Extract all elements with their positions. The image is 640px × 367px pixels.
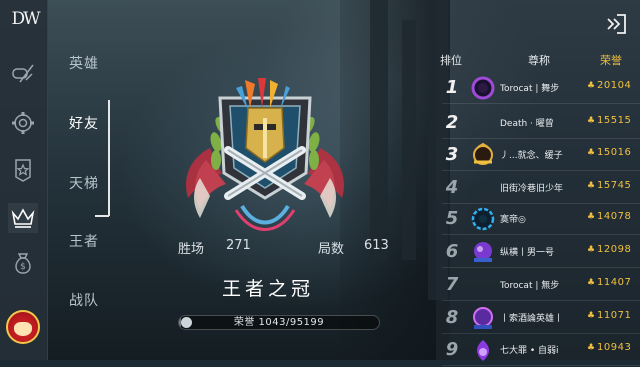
row-name: 七大罪 • 自弱i xyxy=(500,346,559,356)
leaderboard-row[interactable]: 6 纵横丨男一号 ♣ 12098 xyxy=(436,236,640,268)
row-score: 14078 xyxy=(597,211,632,222)
row-name: Torocat | 舞步 xyxy=(500,84,560,94)
wins-value: 271 xyxy=(226,238,251,253)
leaderboard-header-honor: 荣誉 xyxy=(600,54,622,67)
trophy-icon: ♣ xyxy=(587,212,596,222)
leaderboard-row[interactable]: 9 七大罪 • 自弱i ♣ 10943 xyxy=(436,334,640,366)
rank-emblem xyxy=(170,78,360,238)
games-label: 局数 xyxy=(318,242,345,257)
leaderboard-row[interactable]: 4 旧街冷巷旧少年 ♣ 15745 xyxy=(436,172,640,204)
menu-item-friends[interactable]: 好友 xyxy=(69,113,99,133)
row-name: Torocat | 無步 xyxy=(500,281,560,291)
row-name: 寞帝◎ xyxy=(500,215,526,225)
row-avatar xyxy=(470,272,496,298)
row-name: 丿...就念、缓子 xyxy=(500,151,563,161)
row-avatar xyxy=(470,110,496,136)
leaderboard-header-title: 尊称 xyxy=(528,54,550,67)
row-score: 12098 xyxy=(597,244,632,255)
rank-title: 王者之冠 xyxy=(222,278,315,300)
row-score: 11071 xyxy=(597,310,632,321)
row-avatar xyxy=(470,239,496,265)
row-score: 11407 xyxy=(597,277,632,288)
row-score: 10943 xyxy=(597,342,632,353)
gear-frame-icon[interactable] xyxy=(8,108,38,138)
row-rank: 8 xyxy=(445,307,459,328)
trophy-icon: ♣ xyxy=(587,311,596,321)
wins-label: 胜场 xyxy=(178,242,205,257)
trophy-icon: ♣ xyxy=(587,343,596,353)
honor-label: 荣誉 xyxy=(233,317,255,328)
honor-progress-knob xyxy=(181,317,192,328)
row-avatar xyxy=(470,142,496,168)
trophy-icon: ♣ xyxy=(587,81,596,91)
row-avatar xyxy=(470,175,496,201)
row-rank: 9 xyxy=(445,339,459,360)
leaderboard-row[interactable]: 8 丨索酒論英雄丨 ♣ 11071 xyxy=(436,302,640,334)
row-divider xyxy=(442,365,640,366)
menu-item-king[interactable]: 王者 xyxy=(69,231,99,251)
row-rank: 7 xyxy=(445,274,459,295)
menu-item-ladder[interactable]: 天梯 xyxy=(69,173,99,193)
row-score: 20104 xyxy=(597,80,632,91)
row-rank: 2 xyxy=(445,112,459,133)
menu-bracket xyxy=(108,100,110,216)
row-avatar xyxy=(470,305,496,331)
trophy-icon: ♣ xyxy=(587,278,596,288)
trophy-icon: ♣ xyxy=(587,148,596,158)
star-badge-icon[interactable] xyxy=(8,155,38,185)
money-bag-icon[interactable]: $ xyxy=(8,248,38,278)
honor-progress-bar: 荣誉 1043/95199 xyxy=(178,315,380,330)
row-score: 15745 xyxy=(597,180,632,191)
row-score: 15016 xyxy=(597,147,632,158)
menu-item-heroes[interactable]: 英雄 xyxy=(69,53,99,73)
honor-progress-text: 荣誉 1043/95199 xyxy=(179,316,379,329)
row-divider xyxy=(442,234,640,235)
crown-icon[interactable] xyxy=(8,203,38,233)
row-avatar xyxy=(470,75,496,101)
row-name: 纵横丨男一号 xyxy=(500,248,555,258)
trophy-icon: ♣ xyxy=(587,245,596,255)
row-rank: 5 xyxy=(445,208,459,229)
row-divider xyxy=(442,300,640,301)
leaderboard-row[interactable]: 1 Torocat | 舞步 ♣ 20104 xyxy=(436,72,640,104)
row-rank: 3 xyxy=(445,144,459,165)
honor-value: 1043/95199 xyxy=(258,317,325,328)
leaderboard-row[interactable]: 7 Torocat | 無步 ♣ 11407 xyxy=(436,269,640,301)
row-divider xyxy=(442,170,640,171)
gamepad-sword-icon[interactable] xyxy=(8,58,38,88)
row-rank: 4 xyxy=(445,177,459,198)
row-avatar xyxy=(470,206,496,232)
menu-item-team[interactable]: 战队 xyxy=(69,290,99,310)
row-rank: 1 xyxy=(445,77,459,98)
row-avatar xyxy=(470,337,496,363)
svg-text:$: $ xyxy=(20,262,26,272)
leaderboard-row[interactable]: 5 寞帝◎ ♣ 14078 xyxy=(436,203,640,235)
side-menu: 英雄 好友 天梯 王者 战队 xyxy=(47,0,127,360)
row-rank: 6 xyxy=(445,241,459,262)
left-rail: DW $ xyxy=(0,0,48,360)
menu-bracket-foot xyxy=(95,215,109,217)
row-name: Death · 曜曾 xyxy=(500,119,554,129)
trophy-icon: ♣ xyxy=(587,181,596,191)
row-name: 旧街冷巷旧少年 xyxy=(500,184,564,194)
leaderboard-row[interactable]: 3 丿...就念、缓子 ♣ 15016 xyxy=(436,139,640,171)
user-avatar[interactable] xyxy=(6,310,40,344)
row-score: 15515 xyxy=(597,115,632,126)
app-logo: DW xyxy=(11,9,40,29)
leaderboard-row[interactable]: 2 Death · 曜曾 ♣ 15515 xyxy=(436,107,640,139)
trophy-icon: ♣ xyxy=(587,116,596,126)
row-name: 丨索酒論英雄丨 xyxy=(500,314,564,324)
exit-icon[interactable] xyxy=(604,12,628,36)
row-divider xyxy=(442,103,640,104)
row-divider xyxy=(442,267,640,268)
games-value: 613 xyxy=(364,238,389,253)
leaderboard-header-rank: 排位 xyxy=(440,54,462,67)
